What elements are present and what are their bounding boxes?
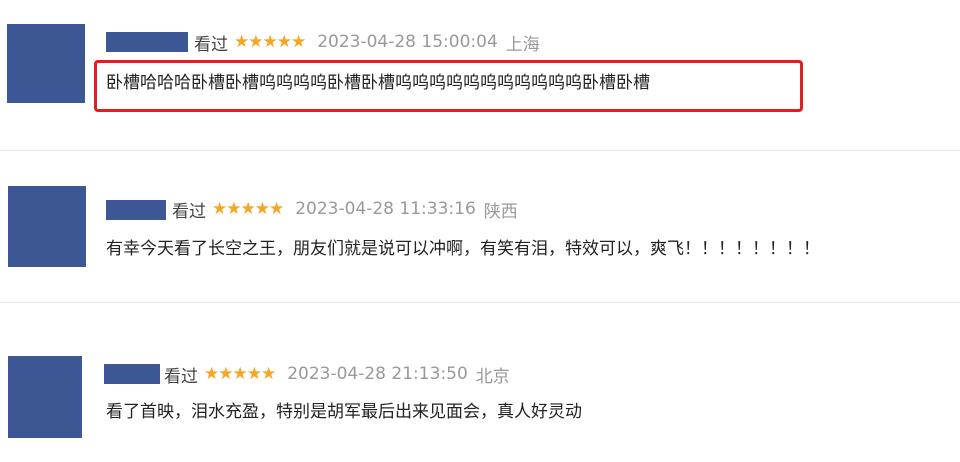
timestamp: 2023-04-28 15:00:04: [317, 32, 498, 52]
comment-text: 看了首映，泪水充盈，特别是胡军最后出来见面会，真人好灵动: [106, 402, 582, 422]
timestamp: 2023-04-28 21:13:50: [287, 364, 468, 384]
star-rating: ★★★★★: [212, 199, 284, 219]
review-item: 看过 ★★★★★ 2023-04-28 21:13:50 北京 看了首映，泪水充…: [0, 302, 960, 462]
review-meta: 看过 ★★★★★ 2023-04-28 15:00:04 上海: [194, 31, 540, 55]
review-meta: 看过 ★★★★★ 2023-04-28 11:33:16 陕西: [172, 198, 518, 222]
username-redacted[interactable]: [106, 200, 166, 220]
watched-status: 看过: [172, 201, 206, 222]
username-redacted[interactable]: [104, 364, 160, 384]
avatar[interactable]: [8, 186, 86, 267]
avatar[interactable]: [7, 24, 85, 103]
star-rating: ★★★★★: [234, 32, 306, 52]
comment-text: 有幸今天看了长空之王，朋友们就是说可以冲啊，有笑有泪，特效可以，爽飞！！！！！！…: [106, 239, 820, 259]
review-item: 看过 ★★★★★ 2023-04-28 11:33:16 陕西 有幸今天看了长空…: [0, 150, 960, 302]
review-meta: 看过 ★★★★★ 2023-04-28 21:13:50 北京: [164, 363, 510, 387]
timestamp: 2023-04-28 11:33:16: [295, 199, 476, 219]
star-rating: ★★★★★: [204, 364, 276, 384]
watched-status: 看过: [164, 366, 198, 387]
location: 北京: [475, 366, 510, 387]
location: 上海: [505, 34, 540, 55]
username-redacted[interactable]: [106, 32, 188, 52]
location: 陕西: [483, 201, 518, 222]
watched-status: 看过: [194, 34, 228, 55]
avatar[interactable]: [8, 356, 82, 438]
review-item: 看过 ★★★★★ 2023-04-28 15:00:04 上海 卧槽哈哈哈卧槽卧…: [0, 0, 960, 150]
comment-text: 卧槽哈哈哈卧槽卧槽呜呜呜呜卧槽卧槽呜呜呜呜呜呜呜呜呜呜呜卧槽卧槽: [106, 73, 650, 93]
